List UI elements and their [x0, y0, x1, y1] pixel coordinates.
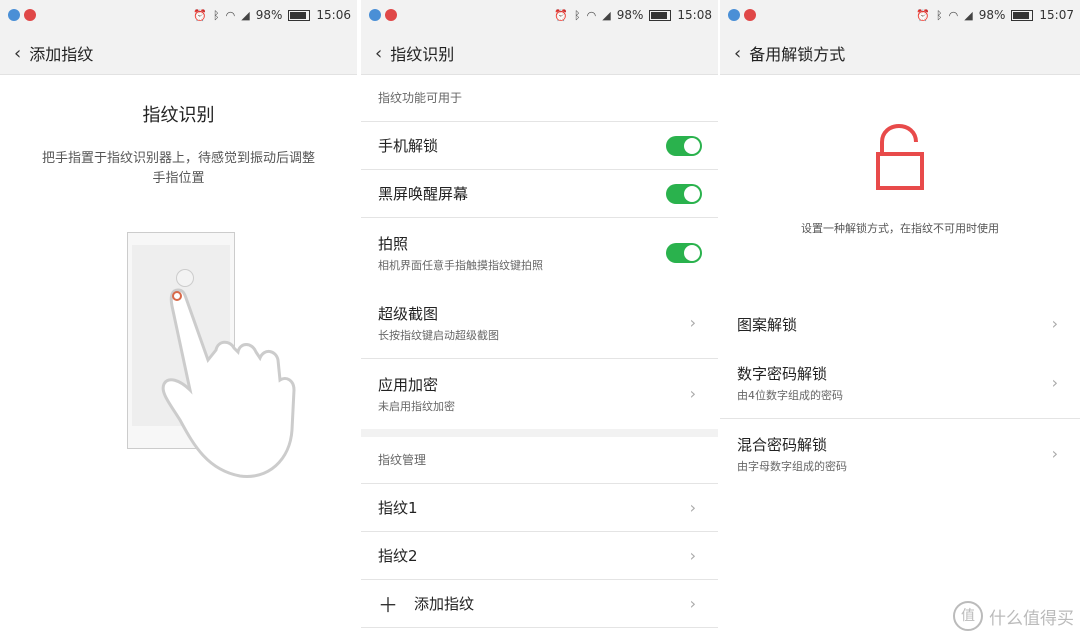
- notification-icon: [8, 9, 20, 21]
- setting-wake-screen[interactable]: 黑屏唤醒屏幕: [361, 170, 718, 218]
- clock: 15:08: [677, 8, 712, 22]
- header-title: 备用解锁方式: [749, 45, 846, 64]
- clock: 15:07: [1039, 8, 1074, 22]
- signal-icon: ◢: [602, 8, 611, 22]
- watermark-text: 什么值得买: [989, 608, 1074, 629]
- signal-icon: ◢: [964, 8, 973, 22]
- alarm-icon: ⏰: [554, 8, 569, 22]
- wifi-icon: ◠: [225, 8, 236, 22]
- add-fingerprint-screen: ⏰ ᛒ ◠ ◢ 98% 15:06 ‹ 添加指纹 指纹识别 把手指置于指纹识别器…: [0, 0, 357, 639]
- battery-percent: 98%: [616, 8, 644, 22]
- toggle-switch[interactable]: [666, 183, 702, 204]
- add-fingerprint-label: 添加指纹: [414, 595, 475, 613]
- battery-icon: [649, 9, 672, 21]
- battery-percent: 98%: [978, 8, 1006, 22]
- wifi-icon: ◠: [586, 8, 597, 22]
- setting-label: 超级截图: [378, 305, 439, 323]
- alarm-icon: ⏰: [916, 8, 931, 22]
- bluetooth-icon: ᛒ: [936, 8, 943, 22]
- upload-icon: [385, 9, 397, 21]
- setting-sublabel: 相机界面任意手指触摸指纹键拍照: [378, 259, 543, 272]
- watermark-logo: 值: [953, 601, 983, 631]
- option-label: 混合密码解锁: [737, 436, 828, 454]
- signal-icon: ◢: [241, 8, 250, 22]
- unlocked-lock-icon: [876, 124, 924, 190]
- clock: 15:06: [316, 8, 351, 22]
- battery-percent: 98%: [255, 8, 283, 22]
- chevron-right-icon: ›: [1051, 444, 1058, 463]
- chevron-right-icon: ›: [689, 545, 696, 565]
- status-bar: ⏰ ᛒ ◠ ◢ 98% 15:08: [361, 0, 718, 32]
- back-icon[interactable]: ‹: [375, 43, 382, 64]
- chevron-right-icon: ›: [1051, 314, 1058, 333]
- page-title: 指纹识别: [142, 105, 215, 126]
- section-label-manage: 指纹管理: [361, 437, 718, 484]
- setting-phone-unlock[interactable]: 手机解锁: [361, 122, 718, 170]
- upload-icon: [744, 9, 756, 21]
- header: ‹ 添加指纹: [0, 32, 357, 75]
- section-divider: [361, 429, 718, 437]
- notification-icon: [728, 9, 740, 21]
- option-sublabel: 由字母数字组成的密码: [737, 460, 847, 473]
- toggle-switch[interactable]: [666, 243, 702, 263]
- notification-icon: [369, 9, 381, 21]
- setting-label: 黑屏唤醒屏幕: [378, 185, 469, 203]
- status-bar: ⏰ ᛒ ◠ ◢ 98% 15:06: [0, 0, 357, 32]
- back-icon[interactable]: ‹: [14, 43, 21, 64]
- plus-icon: ＋: [378, 593, 398, 617]
- setting-app-encryption[interactable]: 应用加密 未启用指纹加密 ›: [361, 359, 718, 429]
- option-pin-unlock[interactable]: 数字密码解锁 由4位数字组成的密码 ›: [720, 348, 1080, 419]
- chevron-right-icon: ›: [689, 313, 696, 332]
- add-fingerprint-button[interactable]: ＋ 添加指纹 ›: [361, 580, 718, 628]
- setting-label: 应用加密: [378, 376, 439, 394]
- toggle-switch[interactable]: [666, 135, 702, 156]
- battery-icon: [1011, 9, 1034, 21]
- setting-super-screenshot[interactable]: 超级截图 长按指纹键启动超级截图 ›: [361, 288, 718, 359]
- option-label: 数字密码解锁: [737, 365, 828, 383]
- setting-photo[interactable]: 拍照 相机界面任意手指触摸指纹键拍照: [361, 218, 718, 288]
- setting-label: 手机解锁: [378, 137, 439, 155]
- chevron-right-icon: ›: [689, 384, 696, 403]
- status-bar: ⏰ ᛒ ◠ ◢ 98% 15:07: [720, 0, 1080, 32]
- alarm-icon: ⏰: [193, 8, 208, 22]
- bluetooth-icon: ᛒ: [574, 8, 581, 22]
- header-title: 指纹识别: [390, 45, 455, 64]
- chevron-right-icon: ›: [689, 593, 696, 613]
- battery-icon: [288, 9, 311, 21]
- fingerprint-item-2[interactable]: 指纹2 ›: [361, 532, 718, 580]
- option-sublabel: 由4位数字组成的密码: [737, 389, 843, 402]
- header: ‹ 指纹识别: [361, 32, 718, 75]
- fingerprint-label: 指纹1: [378, 499, 418, 517]
- watermark: 值 什么值得买: [953, 601, 1074, 631]
- fingerprint-item-1[interactable]: 指纹1 ›: [361, 484, 718, 532]
- bluetooth-icon: ᛒ: [213, 8, 220, 22]
- chevron-right-icon: ›: [689, 497, 696, 517]
- hand-icon: [161, 288, 296, 478]
- chevron-right-icon: ›: [1051, 373, 1058, 392]
- header: ‹ 备用解锁方式: [720, 32, 1080, 75]
- option-pattern-unlock[interactable]: 图案解锁 ›: [720, 300, 1080, 348]
- instruction-text: 把手指置于指纹识别器上，待感觉到振动后调整手指位置: [41, 151, 315, 186]
- option-label: 图案解锁: [737, 315, 798, 334]
- wifi-icon: ◠: [948, 8, 959, 22]
- header-title: 添加指纹: [29, 45, 94, 64]
- fingerprint-label: 指纹2: [378, 547, 418, 565]
- upload-icon: [24, 9, 36, 21]
- setting-sublabel: 长按指纹键启动超级截图: [378, 329, 499, 342]
- backup-description: 设置一种解锁方式，在指纹不可用时使用: [801, 222, 999, 235]
- back-icon[interactable]: ‹: [734, 43, 741, 64]
- backup-unlock-screen: ⏰ ᛒ ◠ ◢ 98% 15:07 ‹ 备用解锁方式 设置一种解锁方式，在指纹不…: [720, 0, 1080, 639]
- option-mixed-password-unlock[interactable]: 混合密码解锁 由字母数字组成的密码 ›: [720, 419, 1080, 489]
- setting-sublabel: 未启用指纹加密: [378, 400, 455, 413]
- fingerprint-settings-screen: ⏰ ᛒ ◠ ◢ 98% 15:08 ‹ 指纹识别 指纹功能可用于 手机解锁 黑屏…: [361, 0, 718, 639]
- section-label-usage: 指纹功能可用于: [361, 75, 718, 122]
